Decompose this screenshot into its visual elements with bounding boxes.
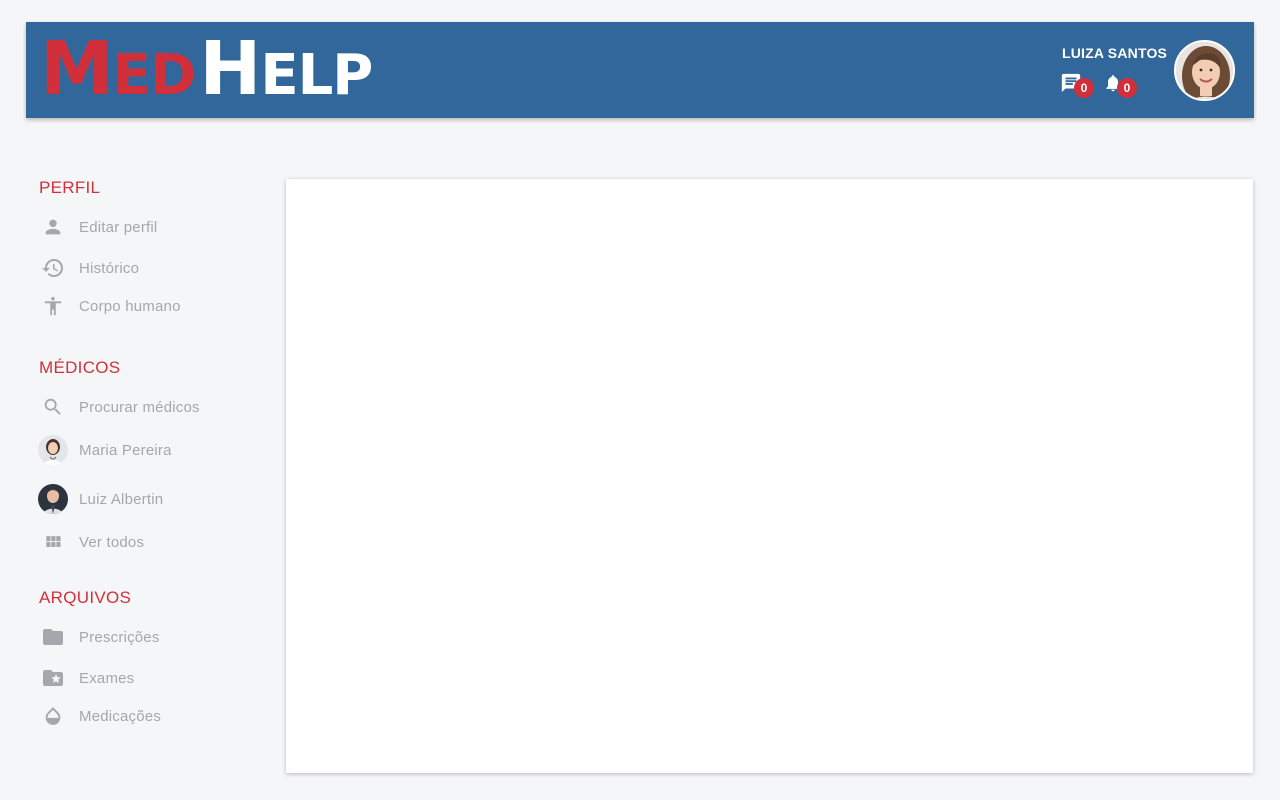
- sidebar-item-label: Luiz Albertin: [79, 490, 164, 508]
- section-title-perfil: PERFIL: [39, 178, 101, 197]
- sidebar-item-label: Corpo humano: [79, 297, 181, 315]
- sidebar-item-luiz-albertin[interactable]: Luiz Albertin: [36, 482, 266, 516]
- sidebar-item-label: Prescrições: [79, 628, 160, 646]
- drop-icon: [36, 699, 70, 733]
- sidebar-item-ver-todos[interactable]: Ver todos: [36, 525, 266, 559]
- doctor-avatar: [38, 484, 68, 514]
- top-app-bar: M ED H ELP LUIZA SANTOS 0 0: [26, 22, 1254, 118]
- sidebar-item-medicacoes[interactable]: Medicações: [36, 699, 266, 733]
- doctor-avatar-container: [36, 433, 70, 467]
- sidebar-item-label: Medicações: [79, 707, 162, 725]
- messages-count-badge: 0: [1074, 78, 1094, 98]
- sidebar-item-prescricoes[interactable]: Prescrições: [36, 620, 266, 654]
- doctor-avatar: [38, 435, 68, 465]
- sidebar-item-historico[interactable]: Histórico: [36, 251, 266, 285]
- sidebar-item-label: Histórico: [79, 259, 140, 277]
- messages-button[interactable]: 0: [1060, 72, 1096, 100]
- medhelp-logo[interactable]: M ED H ELP: [40, 26, 373, 112]
- sidebar-item-editar-perfil[interactable]: Editar perfil: [36, 210, 266, 244]
- logo-help: H ELP: [199, 26, 373, 112]
- user-name[interactable]: LUIZA SANTOS: [1062, 45, 1167, 61]
- logo-med: M ED: [40, 26, 196, 112]
- sidebar-item-exames[interactable]: Exames: [36, 661, 266, 695]
- sidebar-item-label: Procurar médicos: [79, 398, 200, 416]
- sidebar-item-maria-pereira[interactable]: Maria Pereira: [36, 433, 266, 467]
- sidebar-item-corpo-humano[interactable]: Corpo humano: [36, 289, 266, 323]
- sidebar-item-procurar-medicos[interactable]: Procurar médicos: [36, 390, 266, 424]
- history-icon: [36, 251, 70, 285]
- sidebar-item-label: Exames: [79, 669, 135, 687]
- section-title-medicos: MÉDICOS: [39, 358, 121, 377]
- folder-star-icon: [36, 661, 70, 695]
- doctor-avatar-container: [36, 482, 70, 516]
- notifications-button[interactable]: 0: [1103, 72, 1139, 100]
- section-title-arquivos: ARQUIVOS: [39, 588, 132, 607]
- main-content-card: [286, 179, 1253, 773]
- user-avatar[interactable]: [1174, 40, 1235, 101]
- grid-icon: [36, 525, 70, 559]
- sidebar-item-label: Maria Pereira: [79, 441, 172, 459]
- search-icon: [36, 390, 70, 424]
- sidebar-item-label: Editar perfil: [79, 218, 158, 236]
- notifications-count-badge: 0: [1117, 78, 1137, 98]
- accessibility-icon: [36, 289, 70, 323]
- sidebar-item-label: Ver todos: [79, 533, 145, 551]
- person-icon: [36, 210, 70, 244]
- folder-icon: [36, 620, 70, 654]
- user-avatar-image: [1176, 42, 1233, 99]
